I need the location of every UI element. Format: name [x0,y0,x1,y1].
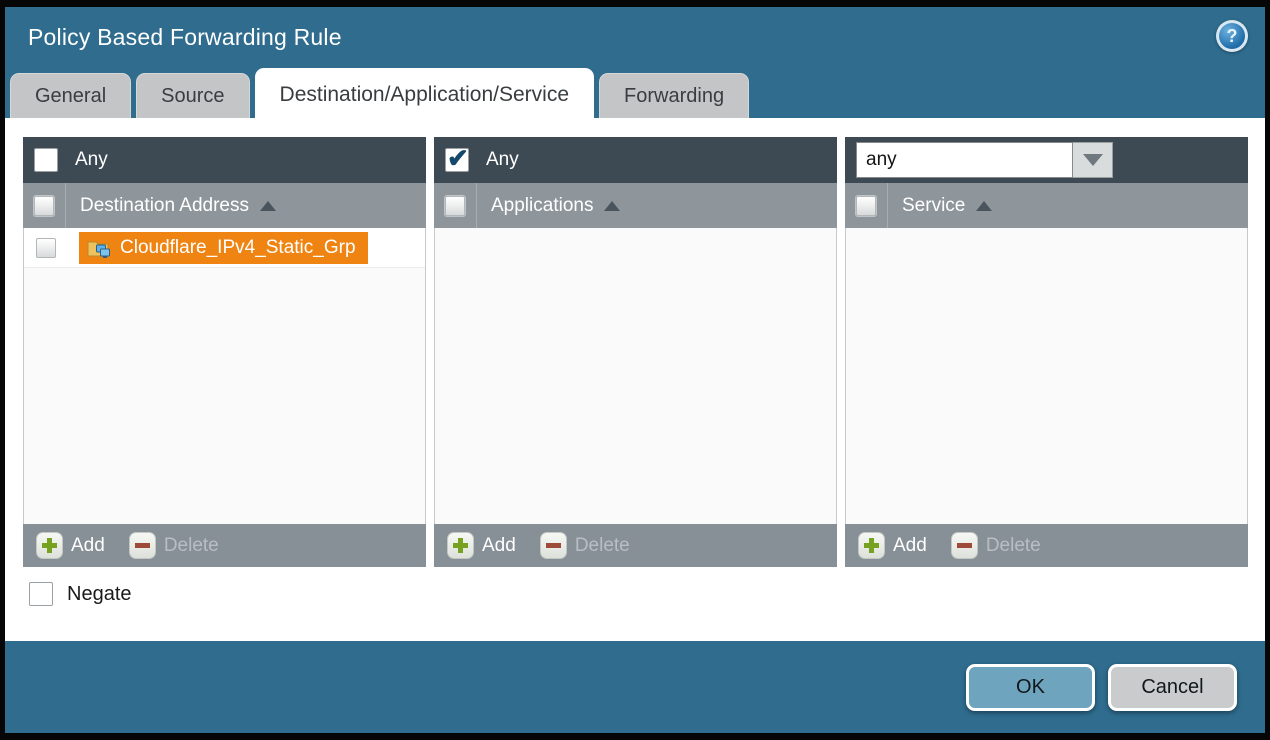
negate-checkbox[interactable] [29,582,53,606]
negate-label: Negate [67,583,132,606]
tab-forwarding[interactable]: Forwarding [599,73,749,118]
service-selectall-checkbox[interactable] [856,196,876,216]
destination-any-label: Any [75,149,108,171]
applications-list [434,228,837,524]
delete-minus-icon [540,532,567,559]
delete-button-label: Delete [575,535,630,557]
dialog-footer: OK Cancel [5,641,1265,733]
address-group-name: Cloudflare_IPv4_Static_Grp [120,237,356,259]
delete-minus-icon [951,532,978,559]
cancel-button[interactable]: Cancel [1108,664,1237,711]
tab-source[interactable]: Source [136,73,249,118]
tab-bar: General Source Destination/Application/S… [5,68,1265,118]
delete-button-label: Delete [986,535,1041,557]
destination-add-button[interactable]: Add [36,532,105,559]
service-delete-button[interactable]: Delete [951,532,1041,559]
add-button-label: Add [71,535,105,557]
service-type-select: any [856,142,1113,178]
destination-selectall-cell [23,183,66,228]
applications-any-label: Any [486,149,519,171]
add-plus-icon [36,532,63,559]
applications-add-button[interactable]: Add [447,532,516,559]
address-group-icon [86,237,112,259]
help-icon[interactable]: ? [1216,20,1248,52]
applications-footer: Add Delete [434,524,837,567]
add-plus-icon [447,532,474,559]
add-button-label: Add [893,535,927,557]
service-list [845,228,1248,524]
screenshot-frame: Policy Based Forwarding Rule ? General S… [0,0,1270,740]
service-type-value[interactable]: any [856,142,1073,178]
dialog-title: Policy Based Forwarding Rule [28,24,342,51]
destination-header-row: Destination Address [23,183,426,228]
tab-general[interactable]: General [10,73,131,118]
list-item[interactable]: Cloudflare_IPv4_Static_Grp [24,228,425,268]
destination-any-bar: Any [23,137,426,183]
service-footer: Add Delete [845,524,1248,567]
panel-group: Any Destination Address [23,137,1248,567]
service-type-dropdown-button[interactable] [1073,142,1113,178]
add-plus-icon [858,532,885,559]
destination-selectall-checkbox[interactable] [34,196,54,216]
destination-footer: Add Delete [23,524,426,567]
sort-ascending-icon [976,201,992,211]
sort-ascending-icon [604,201,620,211]
destination-address-panel: Any Destination Address [23,137,426,567]
sort-ascending-icon [260,201,276,211]
applications-selectall-checkbox[interactable] [445,196,465,216]
add-button-label: Add [482,535,516,557]
destination-column-header[interactable]: Destination Address [80,195,276,217]
item-checkbox[interactable] [36,238,56,258]
applications-delete-button[interactable]: Delete [540,532,630,559]
applications-header-row: Applications [434,183,837,228]
service-column-header[interactable]: Service [902,195,992,217]
tab-destination-application-service[interactable]: Destination/Application/Service [255,68,595,118]
applications-column-header-label: Applications [491,195,593,217]
pbf-rule-dialog: Policy Based Forwarding Rule ? General S… [5,7,1265,733]
delete-minus-icon [129,532,156,559]
ok-button[interactable]: OK [966,664,1095,711]
applications-column-header[interactable]: Applications [491,195,620,217]
destination-list: Cloudflare_IPv4_Static_Grp [23,228,426,524]
service-column-header-label: Service [902,195,965,217]
applications-panel: Any Applications Add [434,137,837,567]
service-selectall-cell [845,183,888,228]
chevron-down-icon [1083,154,1103,166]
destination-delete-button[interactable]: Delete [129,532,219,559]
delete-button-label: Delete [164,535,219,557]
selected-address-group[interactable]: Cloudflare_IPv4_Static_Grp [79,232,368,264]
dialog-titlebar: Policy Based Forwarding Rule ? [5,7,1265,68]
service-panel: any Service [845,137,1248,567]
tab-content: Any Destination Address [5,118,1265,641]
destination-any-checkbox[interactable] [34,148,58,172]
service-header-row: Service [845,183,1248,228]
applications-any-bar: Any [434,137,837,183]
service-add-button[interactable]: Add [858,532,927,559]
applications-any-checkbox[interactable] [445,148,469,172]
negate-row: Negate [23,582,1248,606]
service-dropdown-bar: any [845,137,1248,183]
item-checkbox-cell [24,238,67,258]
destination-column-header-label: Destination Address [80,195,249,217]
applications-selectall-cell [434,183,477,228]
